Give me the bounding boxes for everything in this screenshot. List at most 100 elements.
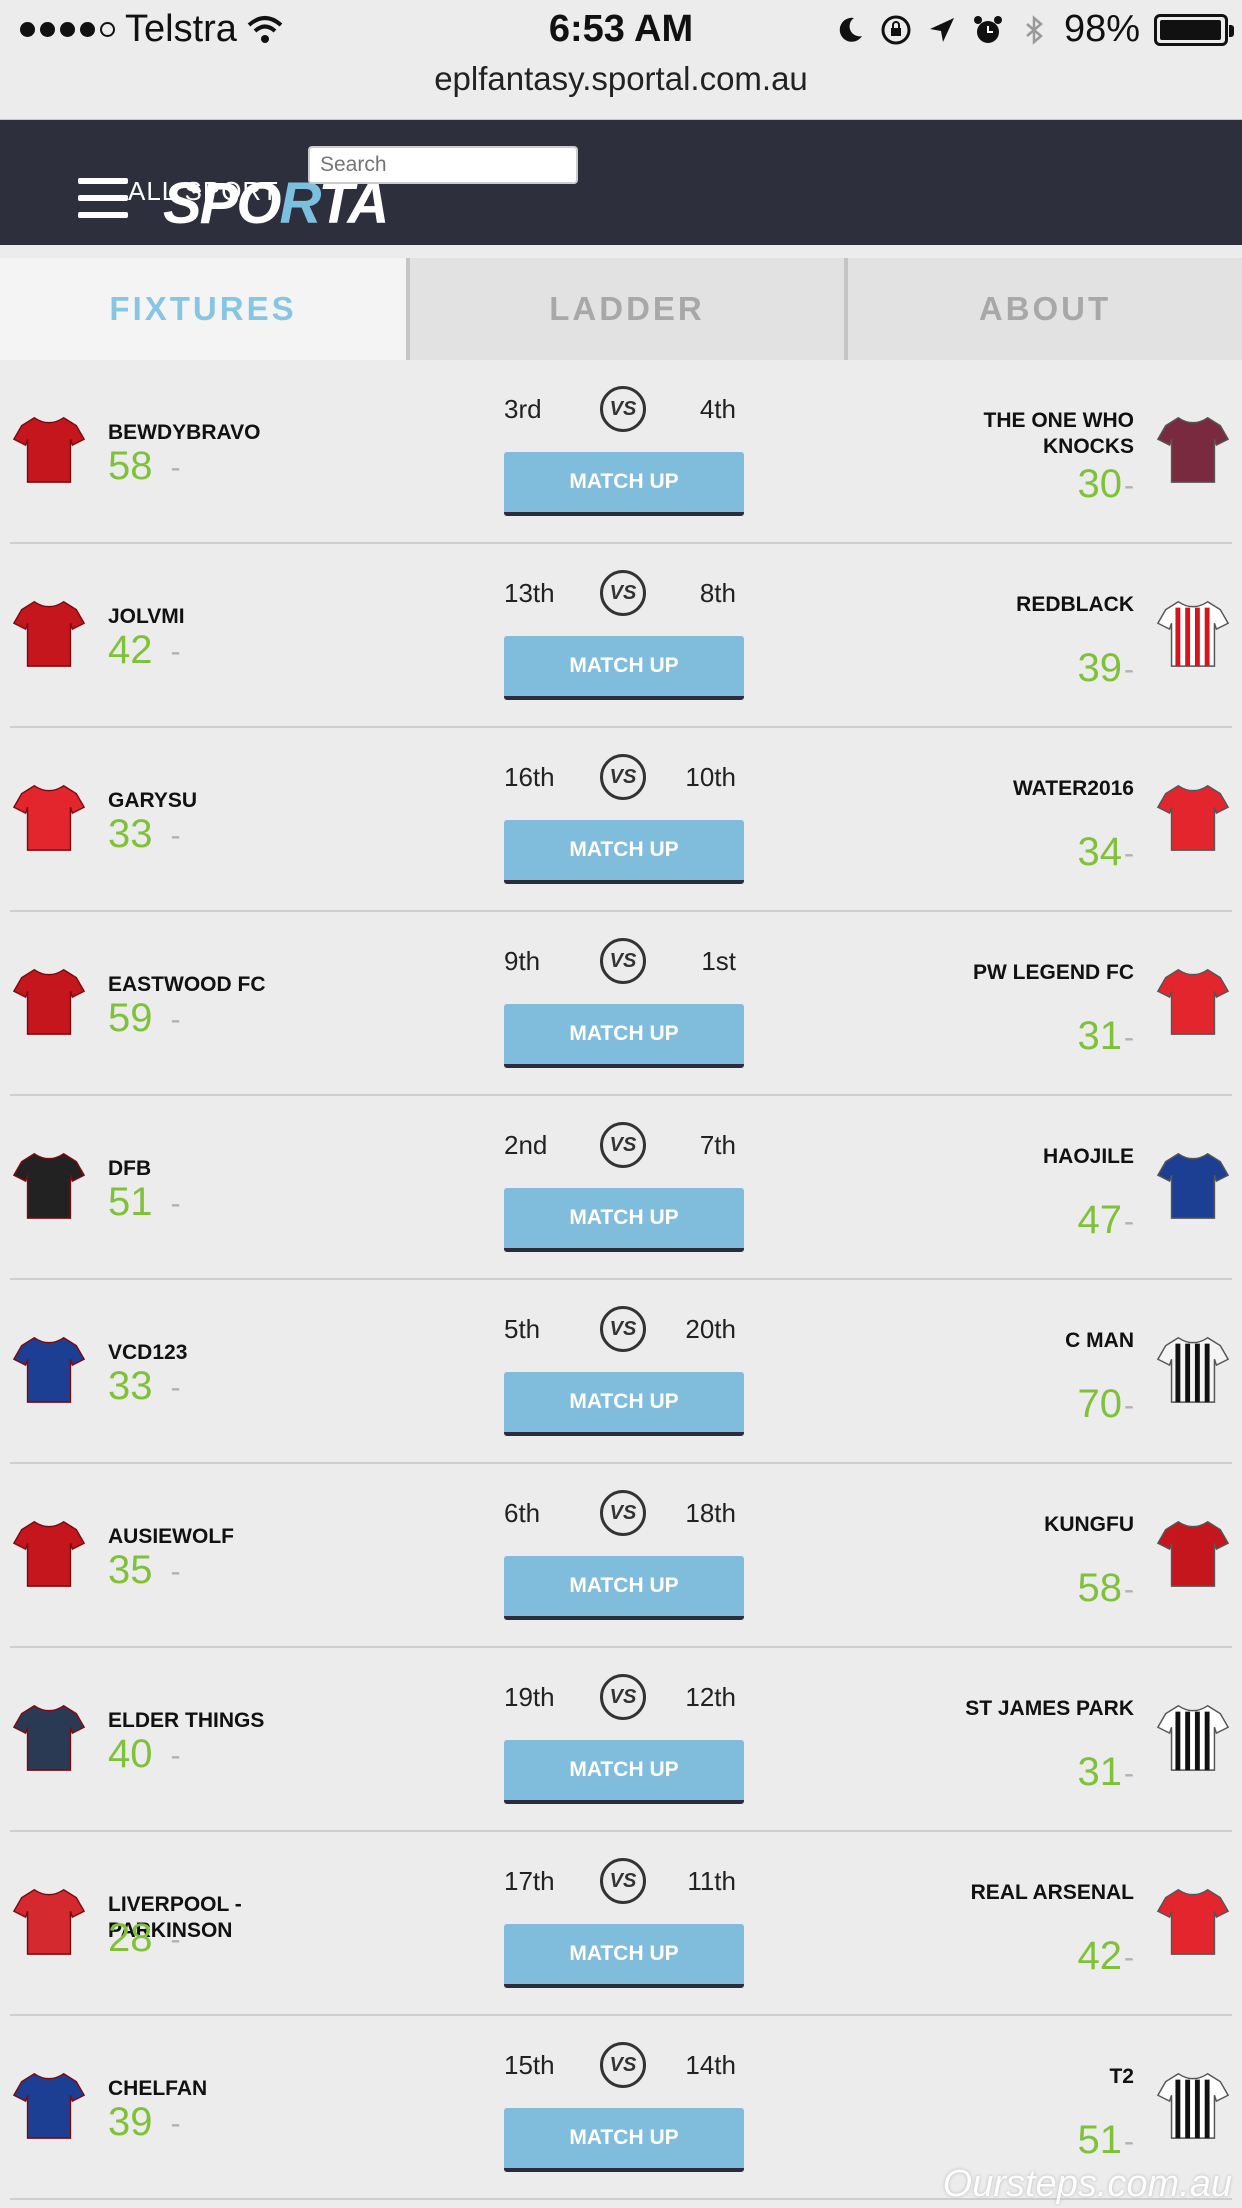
home-team-rank: 6th [504, 1498, 541, 1528]
vs-icon: VS [600, 570, 646, 616]
match-up-button[interactable]: MATCH UP [504, 1004, 744, 1068]
home-team-score: 33- [108, 812, 181, 856]
match-up-button[interactable]: MATCH UP [504, 636, 744, 700]
home-team-rank: 9th [504, 946, 541, 976]
battery-icon [1154, 13, 1234, 46]
away-score-dash: - [1124, 1021, 1134, 1055]
home-team-name[interactable]: GARYSU [108, 788, 338, 814]
home-team-rank: 16th [504, 762, 555, 792]
away-team-name[interactable]: WATER2016 [904, 776, 1134, 802]
away-team-rank: 20th [685, 1314, 736, 1344]
away-team-rank: 12th [685, 1682, 736, 1712]
home-score-dash: - [170, 1923, 181, 1957]
away-team-name[interactable]: T2 [904, 2064, 1134, 2090]
home-score-dash: - [170, 819, 181, 853]
away-team-rank: 4th [699, 394, 736, 424]
home-team-name[interactable]: JOLVMI [108, 604, 338, 630]
watermark: Oursteps.com.au [942, 2163, 1232, 2205]
fixture-row: LIVERPOOL - PARKINSON 28- 17th VS 11th M… [10, 1832, 1232, 2016]
home-team-name[interactable]: BEWDYBRAVO [108, 420, 338, 446]
home-score-dash: - [170, 1371, 181, 1405]
home-team-score: 35- [108, 1548, 181, 1592]
home-team-score: 33- [108, 1364, 181, 1408]
home-score-dash: - [170, 451, 181, 485]
home-team-score: 28- [108, 1916, 181, 1960]
away-team-name[interactable]: THE ONE WHO KNOCKS [904, 408, 1135, 460]
away-team-name[interactable]: C MAN [904, 1328, 1134, 1354]
home-team-shirt-icon [12, 1704, 86, 1771]
away-team-name[interactable]: ST JAMES PARK [904, 1696, 1134, 1722]
home-team-score: 58- [108, 444, 181, 488]
home-team-name[interactable]: DFB [108, 1156, 338, 1182]
away-score-dash: - [1124, 1941, 1134, 1975]
site-header: ALL SPORT SPORTA [0, 120, 1242, 245]
away-team-rank: 14th [685, 2050, 736, 2080]
home-team-name[interactable]: VCD123 [108, 1340, 338, 1366]
url-bar[interactable]: eplfantasy.sportal.com.au [0, 60, 1242, 98]
away-team-score: 31- [1077, 1014, 1135, 1058]
rotation-lock-icon [881, 15, 911, 44]
away-team-score: 47- [1077, 1198, 1135, 1242]
match-up-button[interactable]: MATCH UP [504, 820, 744, 884]
fixture-row: EASTWOOD FC 59- 9th VS 1st MATCH UP PW L… [10, 912, 1232, 1096]
away-score-dash: - [1124, 837, 1134, 871]
away-team-score: 58- [1077, 1566, 1135, 1610]
fixture-row: ELDER THINGS 40- 19th VS 12th MATCH UP S… [10, 1648, 1232, 1832]
status-icons: 98% [834, 8, 1234, 51]
menu-icon[interactable] [78, 178, 128, 222]
tab-fixtures[interactable]: FIXTURES [0, 258, 406, 360]
home-team-shirt-icon [12, 1152, 86, 1219]
home-team-name[interactable]: AUSIEWOLF [108, 1524, 338, 1550]
home-team-name[interactable]: ELDER THINGS [108, 1708, 338, 1734]
fixture-row: AUSIEWOLF 35- 6th VS 18th MATCH UP KUNGF… [10, 1464, 1232, 1648]
match-up-button[interactable]: MATCH UP [504, 2108, 744, 2172]
away-team-shirt-icon [1156, 600, 1230, 667]
status-bar: Telstra 6:53 AM 98% eplfantasy.sportal.c… [0, 0, 1242, 120]
search-input[interactable] [308, 146, 578, 184]
home-team-name[interactable]: EASTWOOD FC [108, 972, 338, 998]
vs-icon: VS [600, 1674, 646, 1720]
tab-about[interactable]: ABOUT [844, 258, 1242, 360]
alarm-icon [973, 15, 1002, 43]
away-team-score: 39- [1077, 646, 1135, 690]
home-team-shirt-icon [12, 416, 86, 483]
home-score-dash: - [170, 635, 181, 669]
away-team-shirt-icon [1156, 784, 1230, 851]
vs-icon: VS [600, 386, 646, 432]
away-team-shirt-icon [1156, 1336, 1230, 1403]
away-team-name[interactable]: REDBLACK [904, 592, 1134, 618]
location-icon [929, 17, 954, 42]
away-score-dash: - [1124, 1573, 1134, 1607]
match-up-button[interactable]: MATCH UP [504, 1556, 744, 1620]
fixture-row: BEWDYBRAVO 58- 3rd VS 4th MATCH UP THE O… [10, 360, 1232, 544]
away-team-score: 42- [1077, 1934, 1135, 1978]
home-score-dash: - [170, 1739, 181, 1773]
home-team-name[interactable]: CHELFAN [108, 2076, 338, 2102]
away-team-name[interactable]: REAL ARSENAL [904, 1880, 1134, 1906]
home-team-shirt-icon [12, 968, 86, 1035]
match-up-button[interactable]: MATCH UP [504, 1188, 744, 1252]
away-team-rank: 8th [699, 578, 736, 608]
match-up-button[interactable]: MATCH UP [504, 452, 744, 516]
away-team-score: 51- [1077, 2118, 1135, 2162]
home-team-score: 40- [108, 1732, 181, 1776]
match-up-button[interactable]: MATCH UP [504, 1372, 744, 1436]
vs-icon: VS [600, 1306, 646, 1352]
away-team-shirt-icon [1156, 1704, 1230, 1771]
away-team-shirt-icon [1156, 2072, 1230, 2139]
home-team-rank: 2nd [504, 1130, 548, 1160]
away-score-dash: - [1124, 2125, 1134, 2159]
away-team-name[interactable]: KUNGFU [904, 1512, 1134, 1538]
away-score-dash: - [1124, 1205, 1134, 1239]
home-score-dash: - [170, 1003, 181, 1037]
match-up-button[interactable]: MATCH UP [504, 1924, 744, 1988]
tab-ladder[interactable]: LADDER [406, 258, 844, 360]
match-up-button[interactable]: MATCH UP [504, 1740, 744, 1804]
away-team-rank: 7th [699, 1130, 736, 1160]
fixture-row: JOLVMI 42- 13th VS 8th MATCH UP REDBLACK… [10, 544, 1232, 728]
bluetooth-icon [1026, 14, 1043, 45]
away-team-name[interactable]: PW LEGEND FC [904, 960, 1134, 986]
vs-icon: VS [600, 1490, 646, 1536]
away-team-score: 34- [1077, 830, 1135, 874]
away-team-name[interactable]: HAOJILE [904, 1144, 1134, 1170]
